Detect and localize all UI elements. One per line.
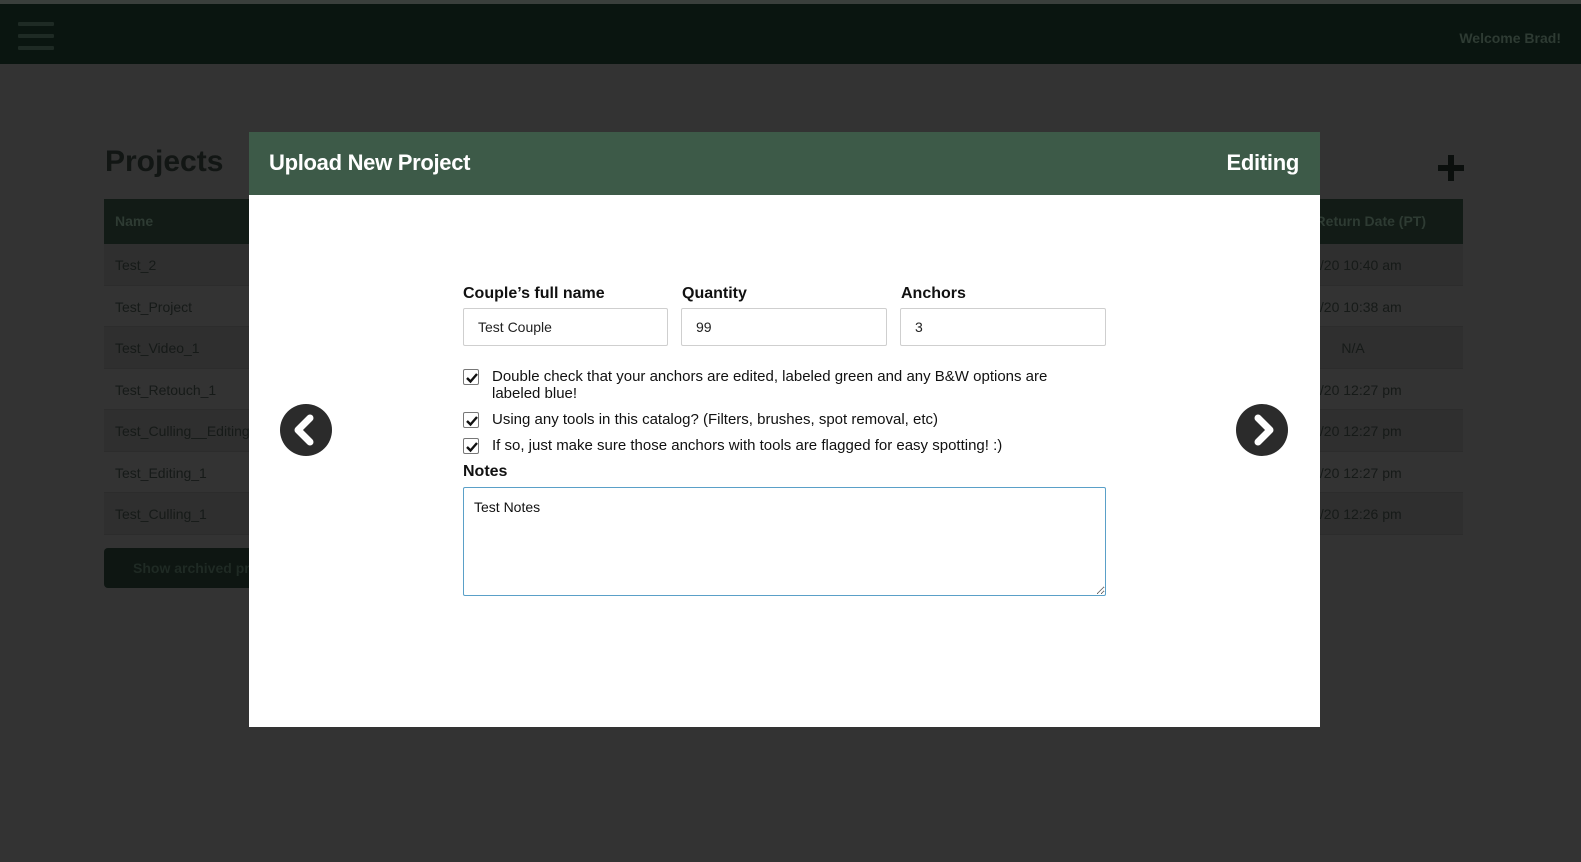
checkmark-icon bbox=[466, 416, 478, 427]
anchors-flagged-checkbox-row[interactable]: If so, just make sure those anchors with… bbox=[463, 437, 1103, 457]
anchors-input[interactable] bbox=[900, 308, 1106, 346]
checkmark-icon bbox=[466, 373, 478, 384]
project-name: Test_Retouch_1 bbox=[115, 381, 217, 398]
checkmark-icon bbox=[466, 442, 478, 453]
anchors-label: Anchors bbox=[901, 285, 966, 302]
page-title: Projects bbox=[105, 145, 224, 178]
hamburger-menu-icon[interactable] bbox=[18, 22, 54, 50]
anchors-flagged-checkbox[interactable] bbox=[463, 438, 479, 454]
modal-title: Upload New Project bbox=[269, 150, 471, 175]
project-name: Test_2 bbox=[115, 257, 157, 273]
project-name: Test_Culling__Editing bbox=[115, 423, 250, 439]
couple-name-input[interactable] bbox=[463, 308, 668, 346]
notes-label: Notes bbox=[463, 463, 508, 480]
next-step-button[interactable] bbox=[1236, 404, 1288, 456]
notes-textarea[interactable]: Test Notes bbox=[463, 487, 1106, 596]
quantity-label: Quantity bbox=[682, 285, 747, 302]
chevron-left-icon bbox=[294, 414, 314, 446]
tools-used-checkbox-row[interactable]: Using any tools in this catalog? (Filter… bbox=[463, 411, 1103, 431]
welcome-text: Welcome Brad! bbox=[1459, 30, 1561, 46]
column-header-name: Name bbox=[115, 213, 154, 229]
modal-header: Upload New Project Editing bbox=[249, 132, 1320, 195]
add-project-plus-icon[interactable] bbox=[1438, 155, 1464, 181]
tools-used-text: Using any tools in this catalog? (Filter… bbox=[492, 411, 939, 428]
anchors-edited-checkbox[interactable] bbox=[463, 369, 479, 385]
column-header-return-date: Return Date (PT) bbox=[1315, 213, 1426, 229]
quantity-input[interactable] bbox=[681, 308, 887, 346]
top-navbar: Welcome Brad! bbox=[0, 0, 1581, 64]
project-name: Test_Video_1 bbox=[115, 340, 200, 356]
chevron-right-icon bbox=[1254, 414, 1274, 446]
anchors-flagged-text: If so, just make sure those anchors with… bbox=[492, 437, 1003, 454]
project-name: Test_Project bbox=[115, 298, 193, 315]
anchors-edited-text: Double check that your anchors are edite… bbox=[492, 368, 1048, 402]
project-name: Test_Culling_1 bbox=[115, 506, 207, 522]
modal-step-label: Editing bbox=[1226, 150, 1300, 175]
project-name: Test_Editing_1 bbox=[115, 464, 207, 481]
tools-used-checkbox[interactable] bbox=[463, 412, 479, 428]
couple-name-label: Couple’s full name bbox=[463, 285, 605, 302]
previous-step-button[interactable] bbox=[280, 404, 332, 456]
anchors-edited-checkbox-row[interactable]: Double check that your anchors are edite… bbox=[463, 368, 1103, 404]
upload-project-modal: Upload New Project Editing Couple’s full… bbox=[249, 132, 1320, 727]
